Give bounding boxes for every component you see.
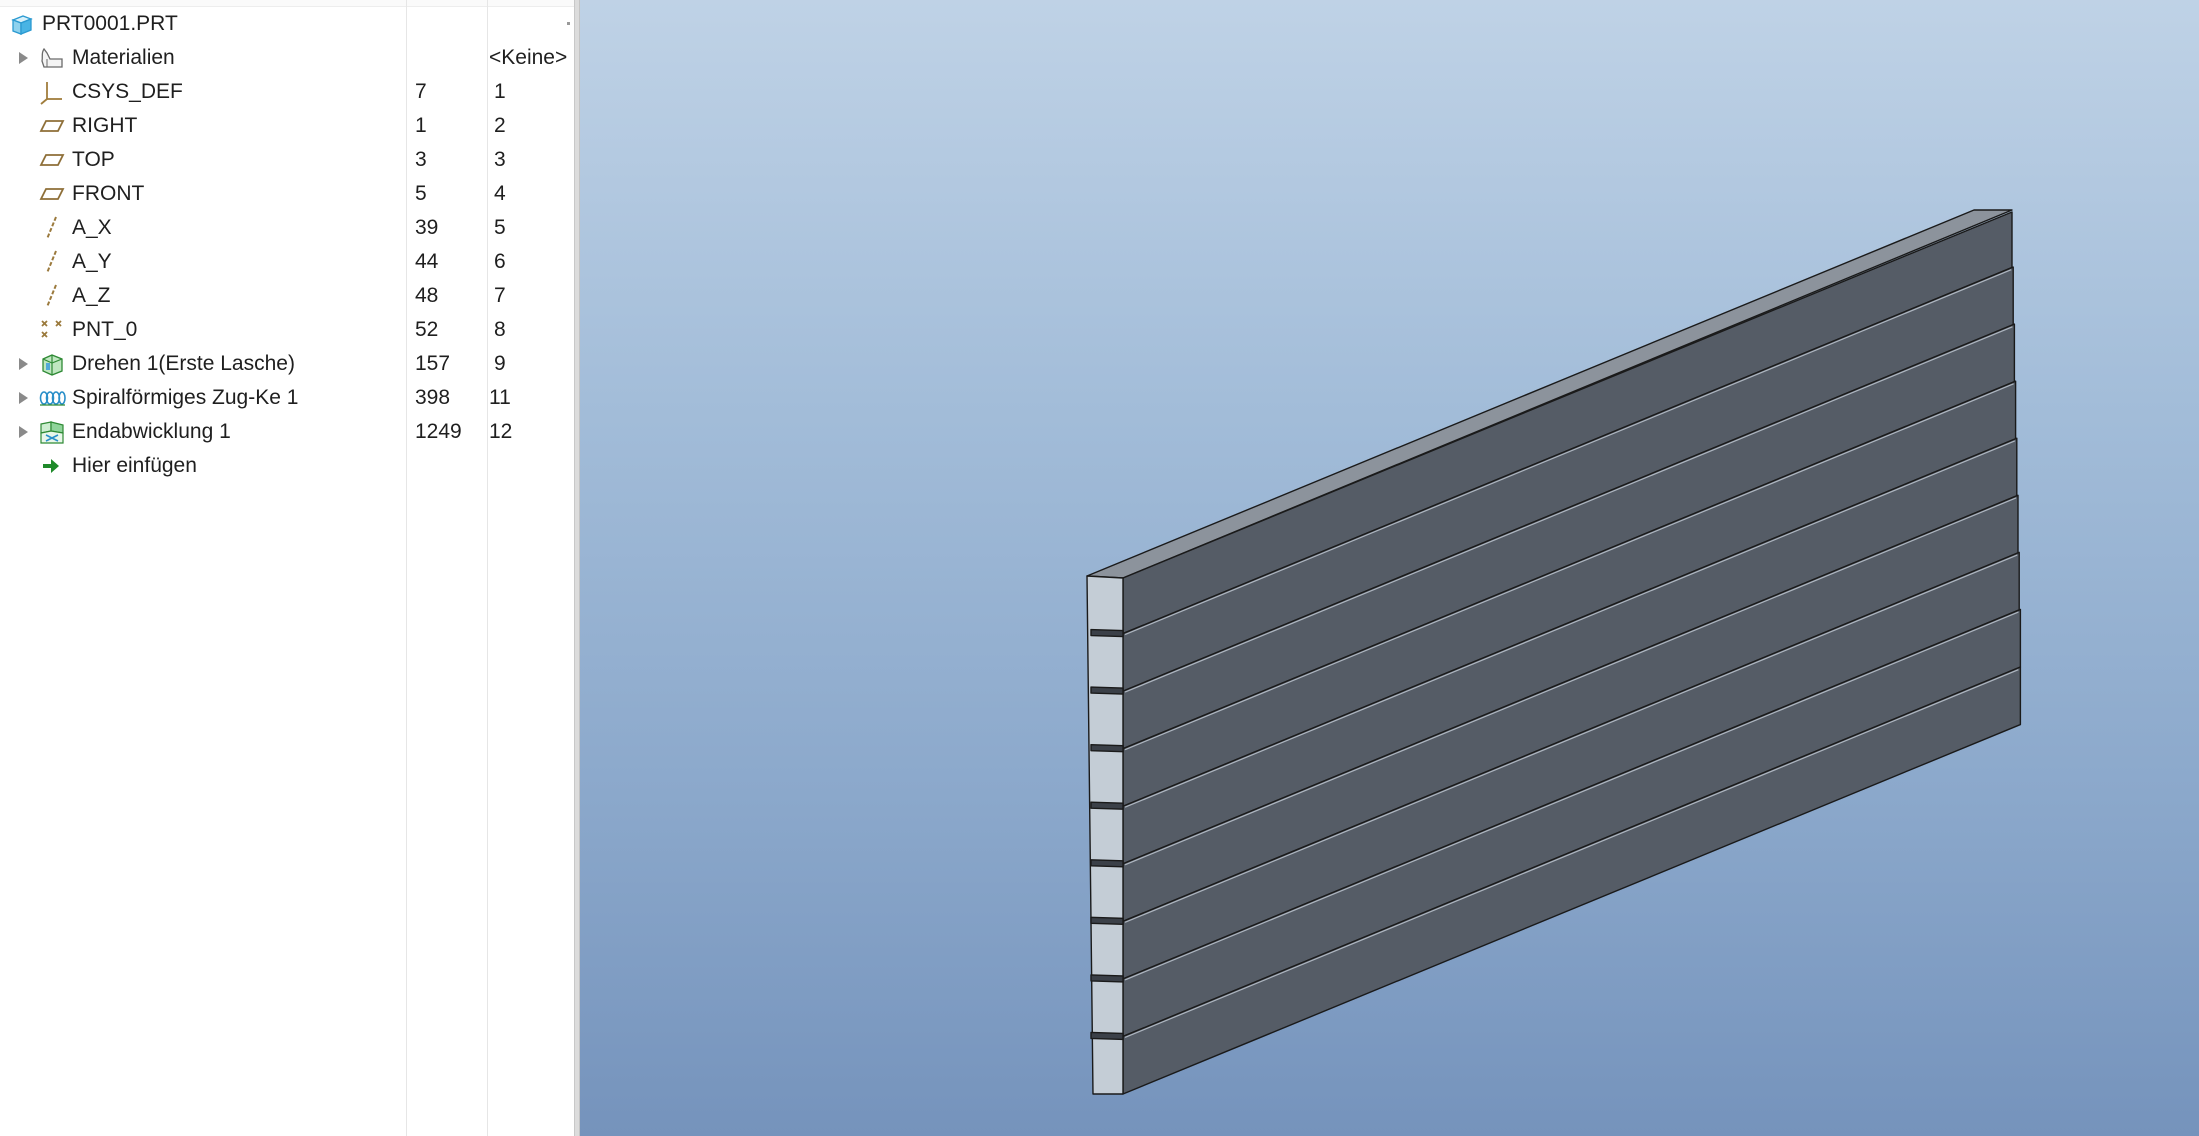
tree-root-label: PRT0001.PRT	[42, 12, 178, 35]
feature-number-cell: <Keine>	[489, 46, 568, 69]
feature-id-cell: 1249	[415, 420, 462, 443]
tree-item-label: A_Y	[72, 250, 112, 273]
graphics-viewport[interactable]	[580, 0, 2199, 1136]
tree-item-label: RIGHT	[72, 114, 138, 137]
feature-id-cell: 44	[415, 250, 439, 273]
model-tree-panel[interactable]: PRT0001.PRT Materialien <Keine> CSYS_DEF…	[0, 0, 574, 1136]
insert-here-arrow-icon	[38, 453, 66, 479]
tree-item-label: Endabwicklung 1	[72, 420, 231, 443]
tree-item-label: Drehen 1(Erste Lasche)	[72, 352, 295, 375]
feature-id-cell: 3	[415, 148, 427, 171]
datum-axis-icon	[38, 283, 66, 309]
strip-slot-notch	[1090, 1031, 1124, 1041]
tree-item-csys-def[interactable]: CSYS_DEF 7 1	[0, 75, 574, 109]
tree-item-label: FRONT	[72, 182, 145, 205]
expand-arrow-icon[interactable]	[19, 52, 28, 64]
tree-item-label: CSYS_DEF	[72, 80, 183, 103]
part-icon	[8, 11, 36, 37]
datum-plane-icon	[38, 181, 66, 207]
datum-point-icon	[38, 317, 66, 343]
feature-id-cell: 398	[415, 386, 451, 409]
feature-id-cell: 157	[415, 352, 451, 375]
feature-id-cell: 52	[415, 318, 439, 341]
datum-axis-icon	[38, 215, 66, 241]
csys-icon	[38, 79, 66, 105]
tree-item-label: Materialien	[72, 46, 175, 69]
tree-item-insert-here[interactable]: Hier einfügen	[0, 449, 574, 483]
tree-item-a-z[interactable]: A_Z 48 7	[0, 279, 574, 313]
strip-slot-notch	[1090, 628, 1124, 638]
feature-number-cell: 1	[494, 80, 506, 103]
strip-slot-notch	[1090, 686, 1124, 695]
feature-number-cell: 4	[494, 182, 506, 205]
tree-item-a-y[interactable]: A_Y 44 6	[0, 245, 574, 279]
expand-arrow-icon[interactable]	[19, 426, 28, 438]
tree-item-endabwicklung-1[interactable]: Endabwicklung 1 1249 12	[0, 415, 574, 449]
revolve-wall-icon	[38, 351, 66, 377]
tree-root-row[interactable]: PRT0001.PRT	[0, 7, 574, 41]
tree-item-spiral-sweep[interactable]: Spiralförmiges Zug-Ke 1 398 11	[0, 381, 574, 415]
tree-item-right[interactable]: RIGHT 1 2	[0, 109, 574, 143]
helical-sweep-icon	[38, 385, 66, 411]
tree-item-label: Spiralförmiges Zug-Ke 1	[72, 386, 299, 409]
feature-number-cell: 3	[494, 148, 506, 171]
feature-number-cell: 11	[489, 386, 511, 409]
feature-id-cell: 5	[415, 182, 427, 205]
feature-id-cell: 48	[415, 284, 439, 307]
tree-item-drehen-1[interactable]: Drehen 1(Erste Lasche) 157 9	[0, 347, 574, 381]
feature-number-cell: 7	[494, 284, 506, 307]
material-icon	[38, 45, 66, 71]
tree-item-label: Hier einfügen	[72, 454, 197, 477]
strip-slot-notch	[1090, 916, 1124, 926]
flat-pattern-model	[1086, 209, 2022, 1095]
feature-number-cell: 5	[494, 216, 506, 239]
strip-slot-notch	[1090, 974, 1124, 983]
feature-number-cell: 8	[494, 318, 506, 341]
feature-number-cell: 12	[489, 420, 513, 443]
expand-arrow-icon[interactable]	[19, 358, 28, 370]
feature-number-cell: 6	[494, 250, 506, 273]
tree-item-materialien[interactable]: Materialien <Keine>	[0, 41, 574, 75]
tree-item-label: TOP	[72, 148, 115, 171]
expand-arrow-icon[interactable]	[19, 392, 28, 404]
strip-slot-notch	[1090, 801, 1124, 810]
tree-item-front[interactable]: FRONT 5 4	[0, 177, 574, 211]
feature-number-cell: 2	[494, 114, 506, 137]
creo-window: PRT0001.PRT Materialien <Keine> CSYS_DEF…	[0, 0, 2199, 1136]
feature-id-cell: 1	[415, 114, 427, 137]
tree-item-label: PNT_0	[72, 318, 138, 341]
feature-number-cell: 9	[494, 352, 506, 375]
tree-item-label: A_Z	[72, 284, 111, 307]
tree-item-a-x[interactable]: A_X 39 5	[0, 211, 574, 245]
feature-id-cell: 7	[415, 80, 427, 103]
datum-axis-icon	[38, 249, 66, 275]
strip-slot-notch	[1090, 859, 1124, 868]
datum-plane-icon	[38, 147, 66, 173]
datum-plane-icon	[38, 113, 66, 139]
flat-pattern-icon	[38, 419, 66, 445]
tree-item-top[interactable]: TOP 3 3	[0, 143, 574, 177]
model-end-face	[1086, 575, 1124, 1095]
strip-slot-notch	[1090, 743, 1124, 753]
tree-item-pnt-0[interactable]: PNT_0 52 8	[0, 313, 574, 347]
tree-item-label: A_X	[72, 216, 112, 239]
feature-id-cell: 39	[415, 216, 439, 239]
